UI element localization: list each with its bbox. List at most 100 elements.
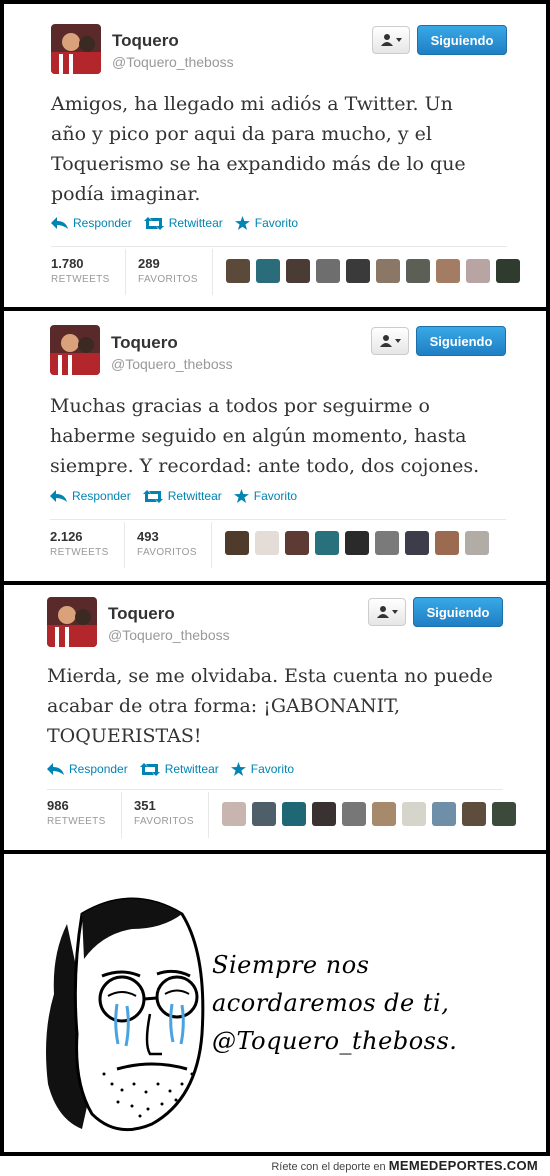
favorites-stat[interactable]: 351 FAVORITOS: [134, 798, 194, 827]
retweet-label: Retwittear: [167, 489, 222, 503]
favoriter-avatar[interactable]: [492, 802, 516, 826]
favoriter-avatar[interactable]: [406, 259, 430, 283]
favoriter-avatar[interactable]: [346, 259, 370, 283]
favoriter-avatar[interactable]: [405, 531, 429, 555]
retweets-count: 2.126: [50, 529, 83, 544]
avatar[interactable]: [51, 24, 101, 74]
reply-action[interactable]: Responder: [50, 489, 131, 503]
favoriter-avatar[interactable]: [255, 531, 279, 555]
favorites-label: FAVORITOS: [134, 816, 194, 827]
retweet-action[interactable]: Retwittear: [142, 489, 222, 503]
stats-separator: [124, 522, 125, 568]
favorite-label: Favorito: [253, 489, 298, 503]
favoriter-avatar[interactable]: [256, 259, 280, 283]
tweet-actions: Responder Retwittear Favorito: [50, 489, 297, 503]
favoriter-avatar[interactable]: [432, 802, 456, 826]
avatar[interactable]: [50, 325, 100, 375]
favoriter-avatar[interactable]: [286, 259, 310, 283]
tweet-actions: Responder Retwittear Favorito: [47, 762, 294, 776]
footer-brand-link[interactable]: MEMEDEPORTES.COM: [389, 1158, 538, 1173]
retweets-stat[interactable]: 1.780 RETWEETS: [51, 256, 110, 285]
favoriter-avatar[interactable]: [402, 802, 426, 826]
meme-caption-line: acordaremos de ti,: [212, 989, 450, 1017]
retweets-label: RETWEETS: [47, 816, 106, 827]
favorites-count: 351: [134, 798, 156, 813]
user-actions-dropdown[interactable]: [371, 327, 409, 355]
user-name[interactable]: Toquero: [111, 333, 178, 353]
favorite-action[interactable]: Favorito: [230, 762, 295, 776]
user-handle[interactable]: @Toquero_theboss: [111, 356, 233, 372]
following-button[interactable]: Siguiendo: [416, 326, 506, 356]
retweet-label: Retwittear: [164, 762, 219, 776]
user-name[interactable]: Toquero: [108, 604, 175, 624]
favoriter-avatar[interactable]: [376, 259, 400, 283]
favoriter-avatar[interactable]: [252, 802, 276, 826]
favorite-label: Favorito: [250, 762, 295, 776]
favoriter-avatar[interactable]: [375, 531, 399, 555]
stats-separator: [208, 792, 209, 838]
chevron-down-icon: [392, 610, 398, 614]
favoriter-avatar[interactable]: [462, 802, 486, 826]
favoriter-avatar[interactable]: [466, 259, 490, 283]
retweet-action[interactable]: Retwittear: [143, 216, 223, 230]
reply-icon: [51, 217, 68, 229]
chevron-down-icon: [395, 339, 401, 343]
person-icon: [381, 34, 393, 46]
reply-label: Responder: [73, 216, 132, 230]
user-handle[interactable]: @Toquero_theboss: [112, 54, 234, 70]
stats-divider: [50, 519, 506, 520]
favoriter-avatar[interactable]: [282, 802, 306, 826]
favoriter-avatar[interactable]: [225, 531, 249, 555]
following-button[interactable]: Siguiendo: [413, 597, 503, 627]
retweet-action[interactable]: Retwittear: [139, 762, 219, 776]
user-handle[interactable]: @Toquero_theboss: [108, 627, 230, 643]
favoriter-avatar[interactable]: [465, 531, 489, 555]
favoriter-avatar[interactable]: [222, 802, 246, 826]
favoriter-avatar[interactable]: [436, 259, 460, 283]
favoriter-avatar[interactable]: [312, 802, 336, 826]
chevron-down-icon: [396, 38, 402, 42]
retweet-icon: [143, 216, 164, 230]
reply-label: Responder: [72, 489, 131, 503]
user-name[interactable]: Toquero: [112, 31, 179, 51]
stats-separator: [125, 249, 126, 295]
favoriter-avatar[interactable]: [435, 531, 459, 555]
favoriter-avatar[interactable]: [345, 531, 369, 555]
following-button[interactable]: Siguiendo: [417, 25, 507, 55]
favoriter-avatar[interactable]: [496, 259, 520, 283]
meme-caption-line: Siempre nos: [212, 951, 370, 979]
retweet-label: Retwittear: [168, 216, 223, 230]
favoriter-avatar[interactable]: [315, 531, 339, 555]
person-icon: [380, 335, 392, 347]
reply-action[interactable]: Responder: [47, 762, 128, 776]
favoriter-avatar[interactable]: [342, 802, 366, 826]
star-icon: [233, 489, 249, 503]
favoriter-avatar[interactable]: [316, 259, 340, 283]
retweets-stat[interactable]: 2.126 RETWEETS: [50, 529, 109, 558]
favorite-action[interactable]: Favorito: [234, 216, 299, 230]
reply-action[interactable]: Responder: [51, 216, 132, 230]
favorites-stat[interactable]: 493 FAVORITOS: [137, 529, 197, 558]
favorites-stat[interactable]: 289 FAVORITOS: [138, 256, 198, 285]
retweets-count: 1.780: [51, 256, 84, 271]
favorites-label: FAVORITOS: [137, 547, 197, 558]
favorite-action[interactable]: Favorito: [233, 489, 298, 503]
avatar[interactable]: [47, 597, 97, 647]
favoriters-avatars: [222, 802, 516, 826]
favorite-label: Favorito: [254, 216, 299, 230]
user-actions-dropdown[interactable]: [368, 598, 406, 626]
favoriter-avatar[interactable]: [372, 802, 396, 826]
reply-icon: [50, 490, 67, 502]
reply-icon: [47, 763, 64, 775]
favoriter-avatar[interactable]: [285, 531, 309, 555]
tweet-card-2: Toquero @Toquero_theboss Siguiendo Mucha…: [4, 311, 546, 581]
tweet-text: Muchas gracias a todos por seguirme o ha…: [50, 395, 480, 477]
site-footer: Ríete con el deporte en MEMEDEPORTES.COM: [0, 1156, 550, 1176]
user-actions-dropdown[interactable]: [372, 26, 410, 54]
retweets-stat[interactable]: 986 RETWEETS: [47, 798, 106, 827]
meme-caption-line: @Toquero_theboss.: [212, 1027, 458, 1055]
star-icon: [230, 762, 246, 776]
person-icon: [377, 606, 389, 618]
favoriter-avatar[interactable]: [226, 259, 250, 283]
stats-separator: [121, 792, 122, 838]
